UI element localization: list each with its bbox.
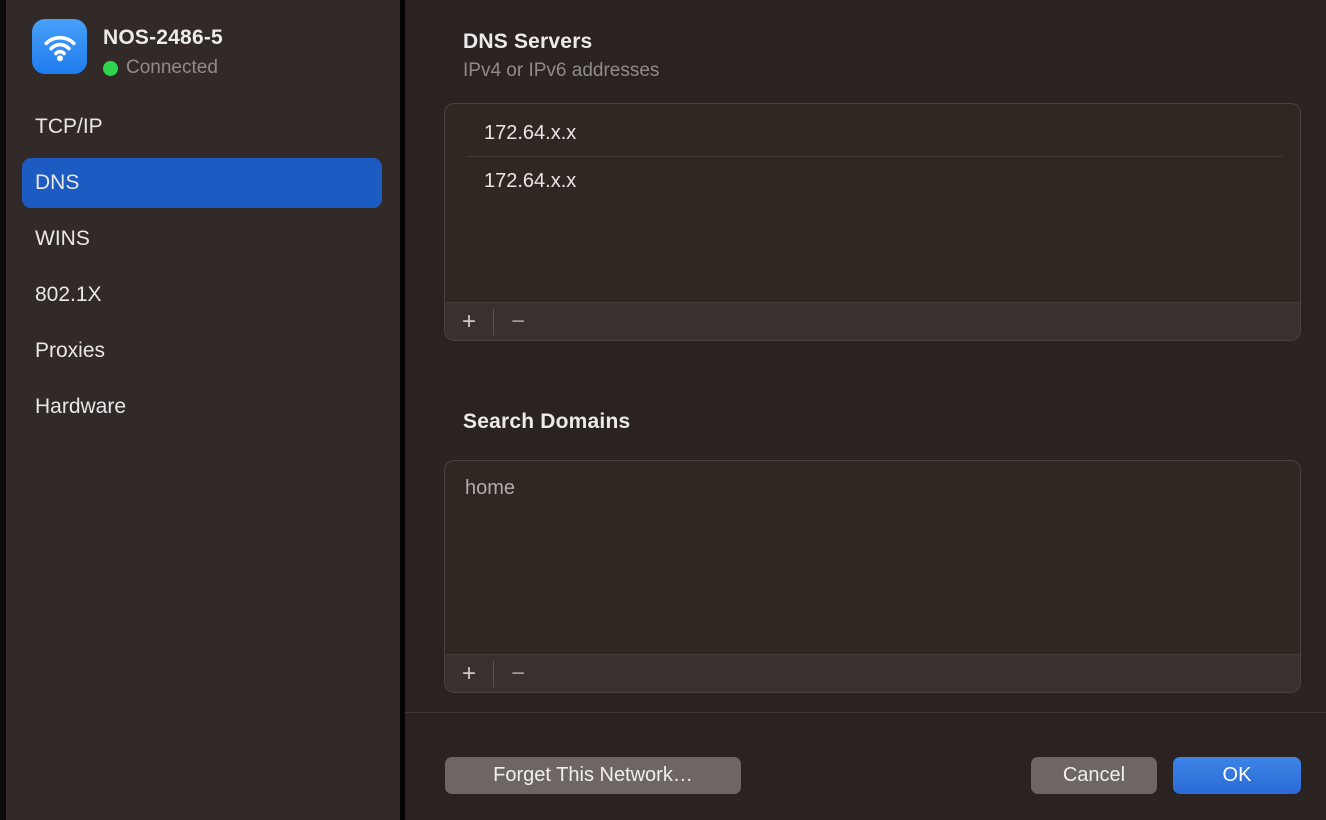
ok-button[interactable]: OK: [1173, 757, 1301, 794]
sidebar-item-8021x[interactable]: 802.1X: [22, 270, 382, 320]
network-name: NOS-2486-5: [103, 26, 223, 50]
toolbar-separator: [493, 661, 494, 687]
sidebar-item-hardware[interactable]: Hardware: [22, 382, 382, 432]
search-domains-title: Search Domains: [463, 410, 630, 434]
minus-icon: −: [511, 662, 525, 686]
cancel-button[interactable]: Cancel: [1031, 757, 1157, 794]
sidebar-item-label: Proxies: [35, 339, 105, 363]
network-header: NOS-2486-5 Connected: [6, 0, 400, 96]
toolbar-separator: [493, 309, 494, 335]
plus-icon: +: [462, 310, 476, 334]
sidebar-item-label: Hardware: [35, 395, 126, 419]
minus-icon: −: [511, 310, 525, 334]
wifi-icon: [32, 19, 87, 74]
dns-server-value: 172.64.x.x: [484, 122, 576, 145]
footer-divider: [405, 712, 1326, 713]
remove-search-domain-button[interactable]: −: [498, 655, 538, 693]
network-status-label: Connected: [126, 57, 218, 79]
dns-server-row[interactable]: 172.64.x.x: [445, 162, 1300, 200]
network-details-dialog: NOS-2486-5 Connected TCP/IP DNS WINS 802…: [0, 0, 1326, 820]
search-domain-row[interactable]: home: [445, 469, 1300, 507]
dns-servers-list: 172.64.x.x 172.64.x.x + −: [444, 103, 1301, 341]
sidebar-item-label: DNS: [35, 171, 79, 195]
search-domains-list: home + −: [444, 460, 1301, 693]
sidebar-item-label: TCP/IP: [35, 115, 103, 139]
search-domain-value: home: [465, 477, 515, 500]
dns-servers-subtitle: IPv4 or IPv6 addresses: [463, 60, 659, 82]
network-status: Connected: [103, 57, 218, 79]
dns-server-value: 172.64.x.x: [484, 170, 576, 193]
row-separator: [466, 156, 1283, 157]
search-domains-toolbar: + −: [445, 654, 1300, 692]
forget-network-button[interactable]: Forget This Network…: [445, 757, 741, 794]
sidebar-item-wins[interactable]: WINS: [22, 214, 382, 264]
sidebar-item-label: WINS: [35, 227, 90, 251]
dns-server-row[interactable]: 172.64.x.x: [445, 114, 1300, 152]
add-dns-server-button[interactable]: +: [449, 303, 489, 341]
plus-icon: +: [462, 662, 476, 686]
dns-servers-toolbar: + −: [445, 302, 1300, 340]
dns-servers-title: DNS Servers: [463, 30, 592, 54]
add-search-domain-button[interactable]: +: [449, 655, 489, 693]
sidebar-item-label: 802.1X: [35, 283, 102, 307]
sidebar: NOS-2486-5 Connected TCP/IP DNS WINS 802…: [6, 0, 400, 820]
remove-dns-server-button[interactable]: −: [498, 303, 538, 341]
dns-settings-pane: DNS Servers IPv4 or IPv6 addresses 172.6…: [405, 0, 1326, 820]
sidebar-item-tcpip[interactable]: TCP/IP: [22, 102, 382, 152]
connected-dot-icon: [103, 61, 118, 76]
sidebar-item-dns[interactable]: DNS: [22, 158, 382, 208]
sidebar-item-proxies[interactable]: Proxies: [22, 326, 382, 376]
sidebar-nav: TCP/IP DNS WINS 802.1X Proxies Hardware: [22, 102, 382, 432]
